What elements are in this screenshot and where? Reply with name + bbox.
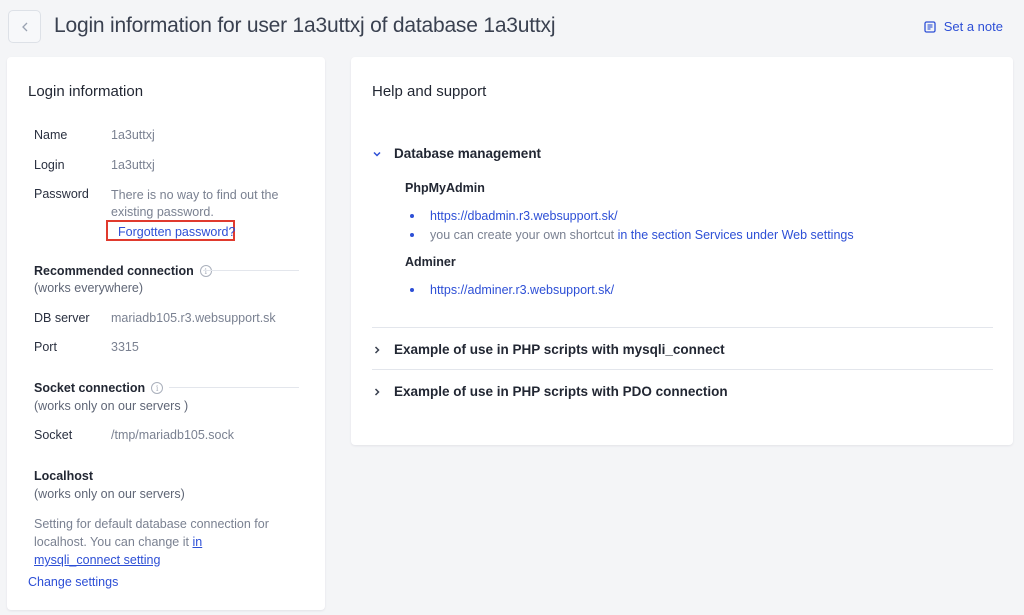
- bullet-dot: [410, 214, 414, 218]
- login-card-title: Login information: [28, 83, 144, 100]
- accordion-mysqli-connect[interactable]: Example of use in PHP scripts with mysql…: [372, 342, 725, 357]
- socket-connection-title: Socket connection: [34, 381, 146, 395]
- localhost-title: Localhost: [34, 469, 94, 483]
- note-icon: [924, 20, 936, 33]
- socket-connection-heading: Socket connection i: [34, 381, 164, 395]
- adminer-title: Adminer: [405, 255, 456, 269]
- list-item: you can create your own shortcut in the …: [410, 228, 854, 242]
- port-value: 3315: [111, 340, 139, 354]
- divider: [169, 387, 299, 388]
- help-card-title: Help and support: [372, 83, 487, 100]
- list-item: https://dbadmin.r3.websupport.sk/: [410, 209, 618, 223]
- web-settings-link[interactable]: in the section Services under Web settin…: [618, 228, 854, 242]
- divider: [372, 369, 993, 370]
- accordion-pdo-connection[interactable]: Example of use in PHP scripts with PDO c…: [372, 384, 728, 399]
- page-header: Login information for user 1a3uttxj of d…: [0, 0, 1024, 56]
- phpmyadmin-url-link[interactable]: https://dbadmin.r3.websupport.sk/: [430, 209, 618, 223]
- socket-value: /tmp/mariadb105.sock: [111, 428, 234, 442]
- set-note-button[interactable]: Set a note: [924, 19, 1003, 34]
- accordion-title: Example of use in PHP scripts with mysql…: [394, 342, 725, 357]
- password-label: Password: [34, 187, 89, 201]
- login-label: Login: [34, 158, 65, 172]
- accordion-database-management[interactable]: Database management: [372, 146, 541, 161]
- bullet-dot: [410, 288, 414, 292]
- shortcut-text: you can create your own shortcut: [430, 228, 618, 242]
- adminer-url-link[interactable]: https://adminer.r3.websupport.sk/: [430, 283, 614, 297]
- forgotten-password-link[interactable]: Forgotten password?: [118, 225, 235, 239]
- localhost-heading: Localhost: [34, 469, 93, 483]
- port-label: Port: [34, 340, 57, 354]
- db-server-label: DB server: [34, 311, 90, 325]
- divider: [372, 327, 993, 328]
- chevron-right-icon: [374, 345, 380, 354]
- password-value: There is no way to find out the existing…: [111, 188, 279, 219]
- info-icon[interactable]: i: [199, 265, 212, 277]
- socket-connection-subtitle: (works only on our servers ): [34, 399, 189, 413]
- page-title: Login information for user 1a3uttxj of d…: [54, 14, 556, 37]
- name-value: 1a3uttxj: [111, 128, 155, 142]
- back-button[interactable]: [8, 10, 41, 43]
- socket-label: Socket: [34, 428, 73, 442]
- recommended-connection-heading: Recommended connection i: [34, 264, 212, 278]
- db-server-value: mariadb105.r3.websupport.sk: [111, 311, 276, 325]
- login-information-card: Login information Name 1a3uttxj Login 1a…: [7, 57, 325, 610]
- accordion-title: Database management: [394, 146, 542, 161]
- chevron-right-icon: [374, 387, 380, 396]
- info-icon[interactable]: i: [151, 382, 164, 394]
- forgotten-password-highlight: Forgotten password?: [106, 220, 235, 241]
- divider: [203, 270, 299, 271]
- help-and-support-card: Help and support Database management Php…: [351, 57, 1013, 445]
- login-value: 1a3uttxj: [111, 158, 155, 172]
- phpmyadmin-title: PhpMyAdmin: [405, 181, 485, 195]
- bullet-dot: [410, 233, 414, 237]
- accordion-title: Example of use in PHP scripts with PDO c…: [394, 384, 728, 399]
- recommended-connection-subtitle: (works everywhere): [34, 281, 144, 295]
- set-note-label: Set a note: [943, 19, 1003, 34]
- recommended-connection-title: Recommended connection: [34, 264, 194, 278]
- change-settings-link[interactable]: Change settings: [28, 575, 118, 589]
- chevron-down-icon: [373, 151, 381, 157]
- localhost-subtitle: (works only on our servers): [34, 487, 185, 501]
- localhost-description: Setting for default database connection …: [34, 515, 284, 569]
- chevron-left-icon: [21, 22, 27, 31]
- name-label: Name: [34, 128, 68, 142]
- list-item: https://adminer.r3.websupport.sk/: [410, 283, 614, 297]
- localhost-description-text: Setting for default database connection …: [34, 517, 269, 549]
